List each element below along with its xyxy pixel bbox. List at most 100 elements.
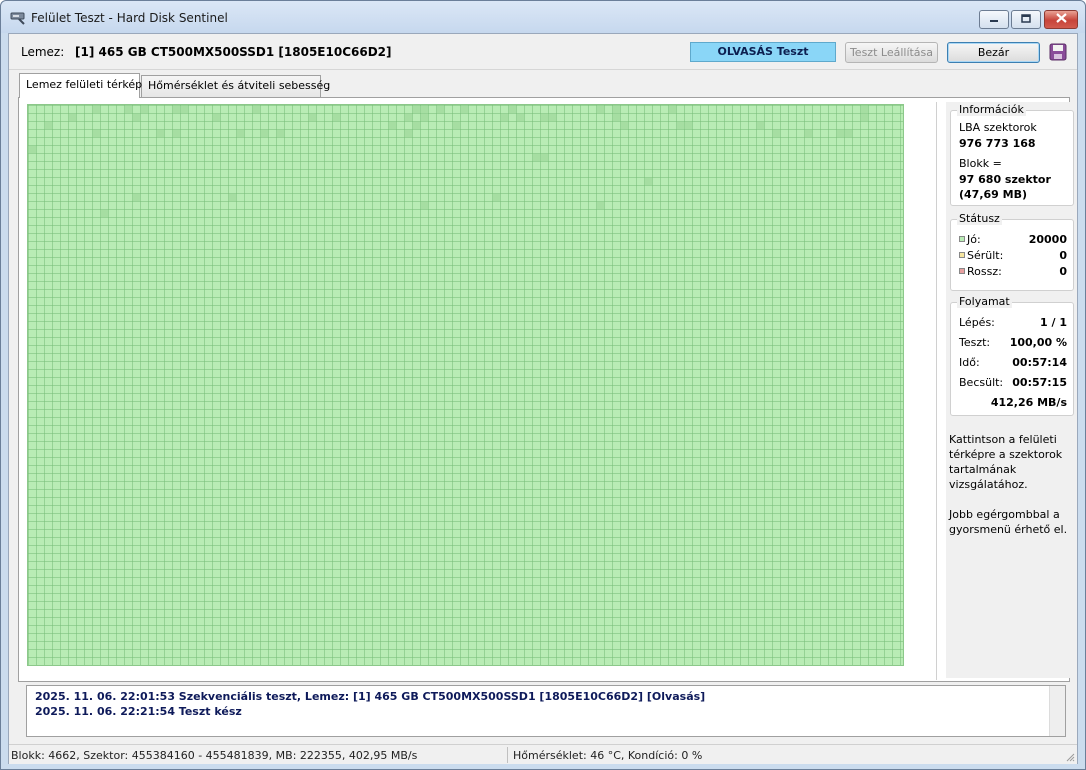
resize-grip-icon[interactable] xyxy=(1065,752,1075,762)
surface-block xyxy=(861,106,868,113)
time-label: Idő: xyxy=(959,356,980,369)
surface-block xyxy=(29,146,36,153)
surface-block xyxy=(597,202,604,209)
surface-block xyxy=(173,106,180,113)
good-legend-icon xyxy=(959,236,965,242)
log-line: 2025. 11. 06. 22:01:53 Szekvenciális tes… xyxy=(35,690,706,703)
disk-label: Lemez: xyxy=(21,45,65,59)
surface-block xyxy=(613,106,620,113)
step-value: 1 / 1 xyxy=(1040,316,1067,329)
damaged-value: 0 xyxy=(1059,249,1067,262)
status-good-row: Jó: 20000 xyxy=(959,233,1067,246)
test-value: 100,00 % xyxy=(1009,336,1067,349)
surface-block xyxy=(669,106,676,113)
estimated-value: 00:57:15 xyxy=(1012,376,1067,389)
surface-block xyxy=(229,194,236,201)
surface-block xyxy=(597,106,604,113)
surface-block xyxy=(845,130,852,137)
surface-block xyxy=(685,122,692,129)
hint-text: Kattintson a felületi térképre a szektor… xyxy=(949,433,1063,491)
surface-block xyxy=(333,114,340,121)
surface-block xyxy=(421,106,428,113)
surface-block xyxy=(549,114,556,121)
surface-block xyxy=(677,122,684,129)
disk-app-icon xyxy=(10,11,26,25)
block-size: (47,69 MB) xyxy=(959,188,1028,201)
surface-block xyxy=(461,106,468,113)
surface-map[interactable] xyxy=(27,104,904,666)
disk-value: [1] 465 GB CT500MX500SSD1 [1805E10C66D2] xyxy=(75,45,392,59)
maximize-button[interactable] xyxy=(1011,10,1041,29)
surface-block xyxy=(213,114,220,121)
surface-block xyxy=(837,130,844,137)
surface-block xyxy=(157,130,164,137)
log-panel[interactable]: 2025. 11. 06. 22:01:53 Szekvenciális tes… xyxy=(26,685,1066,737)
surface-map-blocks xyxy=(29,106,868,217)
status-bad-row: Rossz: 0 xyxy=(959,265,1067,278)
progress-group: Folyamat Lépés: 1 / 1 Teszt: 100,00 % Id… xyxy=(950,295,1074,416)
speed-value: 412,26 MB/s xyxy=(990,396,1067,409)
surface-block xyxy=(237,130,244,137)
block-label: Blokk = xyxy=(959,157,1002,170)
log-scrollbar[interactable] xyxy=(1049,686,1065,736)
surface-map-frame xyxy=(27,102,937,680)
surface-block xyxy=(501,114,508,121)
status-group-title: Státusz xyxy=(957,212,1002,225)
surface-block xyxy=(517,114,524,121)
time-row: Idő: 00:57:14 xyxy=(959,356,1067,369)
test-row: Teszt: 100,00 % xyxy=(959,336,1067,349)
surface-block xyxy=(413,122,420,129)
surface-block xyxy=(253,106,260,113)
progress-group-title: Folyamat xyxy=(957,295,1012,308)
surface-block xyxy=(509,106,516,113)
surface-block xyxy=(413,106,420,113)
step-row: Lépés: 1 / 1 xyxy=(959,316,1067,329)
surface-block xyxy=(861,114,868,121)
bad-legend-icon xyxy=(959,268,965,274)
surface-block xyxy=(133,194,140,201)
toolbar: Lemez: [1] 465 GB CT500MX500SSD1 [1805E1… xyxy=(9,34,1077,70)
surface-block xyxy=(69,114,76,121)
surface-block xyxy=(405,114,412,121)
surface-block xyxy=(125,106,132,113)
good-label: Jó: xyxy=(967,233,981,246)
surface-block xyxy=(141,106,148,113)
save-icon[interactable] xyxy=(1049,43,1067,61)
hint-text-context-menu: Jobb egérgombbal a gyorsmenü érhető el. xyxy=(949,508,1068,536)
surface-block xyxy=(613,114,620,121)
info-group-title: Információk xyxy=(957,103,1026,116)
title-bar[interactable]: Felület Teszt - Hard Disk Sentinel xyxy=(1,1,1085,33)
close-button[interactable]: Bezár xyxy=(947,42,1040,63)
surface-block xyxy=(805,130,812,137)
surface-block xyxy=(181,106,188,113)
surface-block xyxy=(533,154,540,161)
damaged-label: Sérült: xyxy=(967,249,1004,262)
step-label: Lépés: xyxy=(959,316,995,329)
info-group: Információk LBA szektorok 976 773 168 Bl… xyxy=(950,103,1074,206)
surface-block xyxy=(93,130,100,137)
lba-value: 976 773 168 xyxy=(959,137,1036,150)
status-bar-temperature: Hőmérséklet: 46 °C, Kondíció: 0 % xyxy=(513,749,703,762)
tab-surface-map[interactable]: Lemez felületi térkép xyxy=(19,73,142,98)
toolbar-separator xyxy=(9,69,1077,70)
surface-block xyxy=(277,130,284,137)
close-icon xyxy=(1055,13,1067,26)
surface-block xyxy=(309,114,316,121)
surface-block xyxy=(101,210,108,217)
minimize-button[interactable] xyxy=(979,10,1009,29)
surface-block xyxy=(493,194,500,201)
surface-block xyxy=(421,114,428,121)
tab-temperature-speed[interactable]: Hőmérséklet és átviteli sebesség xyxy=(141,75,330,97)
status-bar-divider xyxy=(507,747,508,763)
maximize-icon xyxy=(1021,13,1031,26)
surface-block xyxy=(261,130,268,137)
surface-block xyxy=(541,154,548,161)
surface-block xyxy=(773,130,780,137)
stop-test-button[interactable]: Teszt Leállítása xyxy=(845,42,938,63)
surface-block xyxy=(453,122,460,129)
surface-block xyxy=(45,122,52,129)
surface-block xyxy=(541,114,548,121)
surface-block xyxy=(645,178,652,185)
surface-block xyxy=(757,122,764,129)
close-window-button[interactable] xyxy=(1044,10,1078,29)
